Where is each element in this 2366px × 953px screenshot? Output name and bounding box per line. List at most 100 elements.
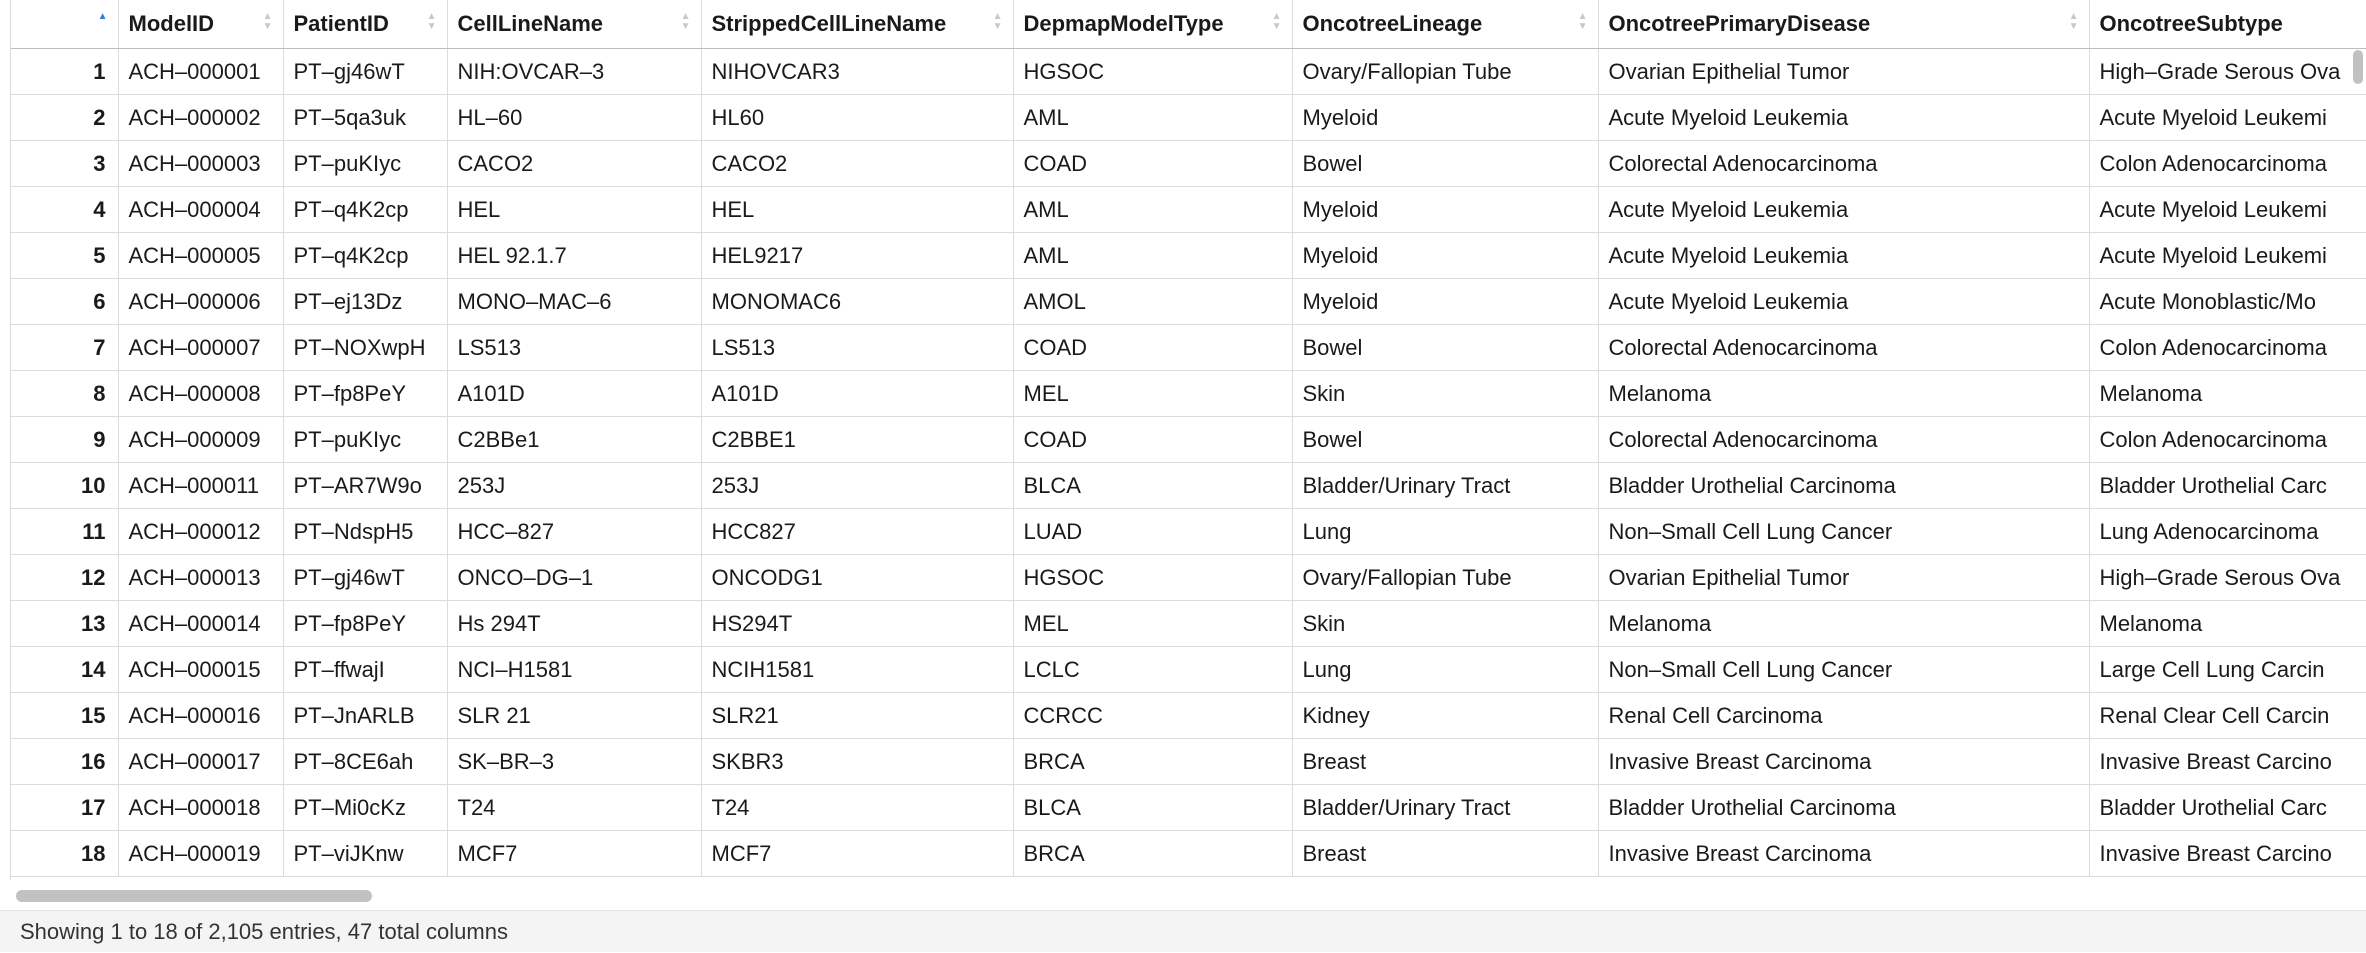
row-number: 4 bbox=[11, 186, 119, 233]
table-cell: A101D bbox=[701, 370, 1014, 417]
table-cell: PT–puKIyc bbox=[283, 416, 448, 463]
table-cell: Acute Myeloid Leukemia bbox=[1598, 232, 2090, 279]
table-cell: Breast bbox=[1292, 830, 1599, 877]
column-header-strippedcelllinename[interactable]: StrippedCellLineName ▲ ▼ bbox=[701, 0, 1014, 49]
sort-arrows-icon[interactable]: ▲ ▼ bbox=[681, 12, 691, 32]
table-cell: Ovary/Fallopian Tube bbox=[1292, 554, 1599, 601]
table-row[interactable]: 3 ACH–000003 PT–puKIyc CACO2 CACO2 COAD Bowel C… bbox=[11, 140, 2366, 187]
sort-arrows-icon[interactable]: ▲ ▼ bbox=[2069, 12, 2079, 32]
table-cell: NCIH1581 bbox=[701, 646, 1014, 693]
table-row[interactable]: 7 ACH–000007 PT–NOXwpH LS513 LS513 COAD Bowel C… bbox=[11, 324, 2366, 371]
table-row[interactable]: 17 ACH–000018 PT–Mi0cKz T24 T24 BLCA Bladder/U… bbox=[11, 784, 2366, 831]
table-cell: SKBR3 bbox=[701, 738, 1014, 785]
sort-arrows-icon[interactable]: ▲ ▼ bbox=[1578, 12, 1588, 32]
table-cell: HL–60 bbox=[447, 94, 702, 141]
column-header-label: StrippedCellLineName bbox=[711, 11, 947, 36]
column-header-oncotreelineage[interactable]: OncotreeLineage ▲ ▼ bbox=[1292, 0, 1599, 49]
sort-ascending-icon[interactable]: ▲ bbox=[98, 12, 108, 22]
table-cell: LCLC bbox=[1013, 646, 1293, 693]
table-row[interactable]: 2 ACH–000002 PT–5qa3uk HL–60 HL60 AML Myeloid A… bbox=[11, 94, 2366, 141]
table-cell: Colon Adenocarcinoma bbox=[2089, 140, 2366, 187]
vertical-scrollbar-thumb[interactable] bbox=[2353, 50, 2363, 84]
table-cell: Melanoma bbox=[1598, 370, 2090, 417]
table-cell: BLCA bbox=[1013, 784, 1293, 831]
table-row[interactable]: 16 ACH–000017 PT–8CE6ah SK–BR–3 SKBR3 BRCA Bre… bbox=[11, 738, 2366, 785]
table-cell: High–Grade Serous Ova bbox=[2089, 554, 2366, 601]
table-cell: HEL bbox=[701, 186, 1014, 233]
table-cell: Bowel bbox=[1292, 416, 1599, 463]
table-cell: ACH–000002 bbox=[118, 94, 284, 141]
table-row[interactable]: 1 ACH–000001 PT–gj46wT NIH:OVCAR–3 NIHOVCAR3… bbox=[11, 48, 2366, 95]
table-row[interactable]: 14 ACH–000015 PT–ffwajI NCI–H1581 NCIH1581 LC… bbox=[11, 646, 2366, 693]
table-cell: PT–fp8PeY bbox=[283, 370, 448, 417]
table-row[interactable]: 10 ACH–000011 PT–AR7W9o 253J 253J BLCA Bladder… bbox=[11, 462, 2366, 509]
table-cell: Acute Myeloid Leukemi bbox=[2089, 232, 2366, 279]
column-header-label: ModelID bbox=[128, 11, 215, 36]
table-cell: ACH–000011 bbox=[118, 462, 284, 509]
column-header-modelid[interactable]: ModelID ▲ ▼ bbox=[118, 0, 284, 49]
table-cell: ACH–000004 bbox=[118, 186, 284, 233]
table-cell: Large Cell Lung Carcin bbox=[2089, 646, 2366, 693]
row-number: 10 bbox=[11, 462, 119, 509]
table-cell: Colorectal Adenocarcinoma bbox=[1598, 324, 2090, 371]
table-row[interactable]: 12 ACH–000013 PT–gj46wT ONCO–DG–1 ONCODG1 HGS… bbox=[11, 554, 2366, 601]
table-row[interactable]: 8 ACH–000008 PT–fp8PeY A101D A101D MEL Skin Mel… bbox=[11, 370, 2366, 417]
column-header-oncotreeprimarydisease[interactable]: OncotreePrimaryDisease ▲ ▼ bbox=[1598, 0, 2090, 49]
table-cell: ACH–000019 bbox=[118, 830, 284, 877]
table-cell: Bladder/Urinary Tract bbox=[1292, 784, 1599, 831]
row-number: 15 bbox=[11, 692, 119, 739]
table-cell: Renal Cell Carcinoma bbox=[1598, 692, 2090, 739]
table-cell: AMOL bbox=[1013, 278, 1293, 325]
table-row[interactable]: 6 ACH–000006 PT–ej13Dz MONO–MAC–6 MONOMAC6 AM… bbox=[11, 278, 2366, 325]
table-cell: PT–NOXwpH bbox=[283, 324, 448, 371]
row-number: 7 bbox=[11, 324, 119, 371]
column-header-depmapmodeltype[interactable]: DepmapModelType ▲ ▼ bbox=[1013, 0, 1293, 49]
table-cell: SK–BR–3 bbox=[447, 738, 702, 785]
table-row[interactable]: 5 ACH–000005 PT–q4K2cp HEL 92.1.7 HEL9217 AML… bbox=[11, 232, 2366, 279]
column-header-patientid[interactable]: PatientID ▲ ▼ bbox=[283, 0, 448, 49]
table-cell: MCF7 bbox=[447, 830, 702, 877]
table-cell: MONOMAC6 bbox=[701, 278, 1014, 325]
data-table: ▲ ModelID ▲ ▼ PatientID ▲ ▼ CellLineName ▲ ▼ Strip… bbox=[11, 0, 2366, 877]
table-cell: Melanoma bbox=[1598, 600, 2090, 647]
sort-arrows-icon[interactable]: ▲ ▼ bbox=[993, 12, 1003, 32]
column-header-rownum[interactable]: ▲ bbox=[11, 0, 119, 49]
table-cell: Colorectal Adenocarcinoma bbox=[1598, 416, 2090, 463]
horizontal-scrollbar[interactable] bbox=[10, 884, 2356, 904]
table-row[interactable]: 15 ACH–000016 PT–JnARLB SLR 21 SLR21 CCRCC Kid… bbox=[11, 692, 2366, 739]
table-cell: HEL9217 bbox=[701, 232, 1014, 279]
row-number: 8 bbox=[11, 370, 119, 417]
table-cell: Colon Adenocarcinoma bbox=[2089, 416, 2366, 463]
table-cell: HS294T bbox=[701, 600, 1014, 647]
table-cell: Colon Adenocarcinoma bbox=[2089, 324, 2366, 371]
table-cell: Bladder Urothelial Carc bbox=[2089, 784, 2366, 831]
table-row[interactable]: 9 ACH–000009 PT–puKIyc C2BBe1 C2BBE1 COAD Bowe… bbox=[11, 416, 2366, 463]
table-cell: Renal Clear Cell Carcin bbox=[2089, 692, 2366, 739]
table-row[interactable]: 18 ACH–000019 PT–viJKnw MCF7 MCF7 BRCA Breast I… bbox=[11, 830, 2366, 877]
table-cell: C2BBe1 bbox=[447, 416, 702, 463]
sort-arrows-icon[interactable]: ▲ ▼ bbox=[263, 12, 273, 32]
table-cell: ACH–000018 bbox=[118, 784, 284, 831]
sort-arrows-icon[interactable]: ▲ ▼ bbox=[1272, 12, 1282, 32]
table-row[interactable]: 13 ACH–000014 PT–fp8PeY Hs 294T HS294T MEL Ski… bbox=[11, 600, 2366, 647]
table-cell: ACH–000017 bbox=[118, 738, 284, 785]
data-viewer: ▲ ModelID ▲ ▼ PatientID ▲ ▼ CellLineName ▲ ▼ Strip… bbox=[0, 0, 2366, 952]
table-cell: CACO2 bbox=[701, 140, 1014, 187]
table-cell: BLCA bbox=[1013, 462, 1293, 509]
horizontal-scrollbar-thumb[interactable] bbox=[16, 890, 372, 902]
table-cell: Ovarian Epithelial Tumor bbox=[1598, 554, 2090, 601]
table-cell: PT–q4K2cp bbox=[283, 186, 448, 233]
table-cell: ACH–000013 bbox=[118, 554, 284, 601]
row-number: 9 bbox=[11, 416, 119, 463]
table-cell: Breast bbox=[1292, 738, 1599, 785]
table-cell: Acute Myeloid Leukemi bbox=[2089, 186, 2366, 233]
table-row[interactable]: 11 ACH–000012 PT–NdspH5 HCC–827 HCC827 LUAD Lu… bbox=[11, 508, 2366, 555]
table-row[interactable]: 4 ACH–000004 PT–q4K2cp HEL HEL AML Myeloid Acut… bbox=[11, 186, 2366, 233]
table-cell: Acute Monoblastic/Mo bbox=[2089, 278, 2366, 325]
column-header-oncotreesubtype[interactable]: OncotreeSubtype▲▼ bbox=[2089, 0, 2366, 49]
column-header-celllinename[interactable]: CellLineName ▲ ▼ bbox=[447, 0, 702, 49]
sort-arrows-icon[interactable]: ▲ ▼ bbox=[427, 12, 437, 32]
table-cell: AML bbox=[1013, 232, 1293, 279]
table-cell: Invasive Breast Carcinoma bbox=[1598, 830, 2090, 877]
table-cell: Myeloid bbox=[1292, 94, 1599, 141]
